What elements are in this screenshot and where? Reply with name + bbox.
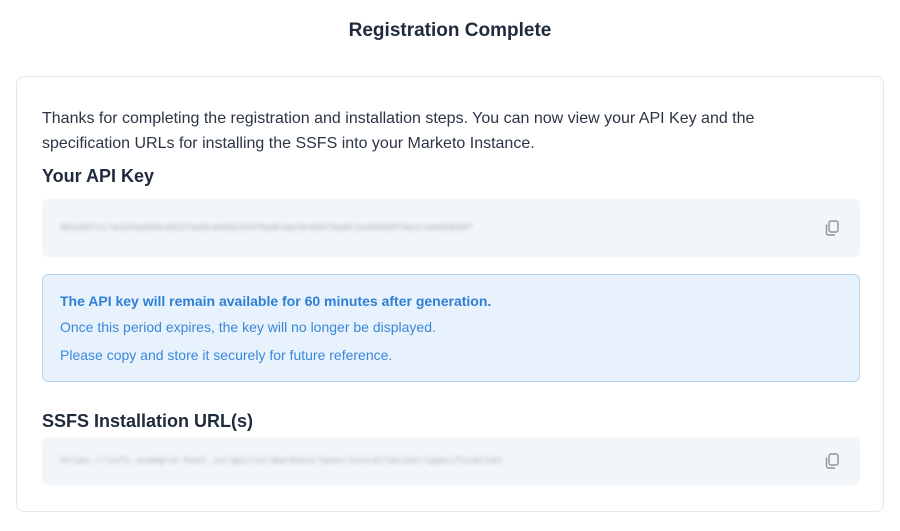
copy-icon — [825, 453, 839, 469]
copy-icon — [825, 220, 839, 236]
intro-text: Thanks for completing the registration a… — [42, 110, 755, 152]
api-key-heading: Your API Key — [42, 166, 155, 186]
registration-card: Thanks for completing the registration a… — [16, 76, 884, 512]
api-key-value: 9b3a0f1c7e2d4a6b8c0e2f4a6c8e0b2d4f6a8c0e… — [60, 223, 474, 233]
api-key-expiry-alert: The API key will remain available for 60… — [42, 274, 860, 382]
ssfs-url-value: https://ssfs.example-host.io/api/v1/mark… — [60, 456, 503, 466]
alert-line-expiry: Once this period expires, the key will n… — [60, 319, 436, 335]
copy-api-key-button[interactable] — [822, 218, 842, 238]
ssfs-url-field[interactable]: https://ssfs.example-host.io/api/v1/mark… — [42, 437, 860, 485]
alert-title: The API key will remain available for 60… — [60, 293, 492, 309]
alert-line-store: Please copy and store it securely for fu… — [60, 347, 393, 363]
page-title: Registration Complete — [348, 20, 552, 41]
api-key-field[interactable]: 9b3a0f1c7e2d4a6b8c0e2f4a6c8e0b2d4f6a8c0e… — [42, 199, 860, 257]
copy-ssfs-url-button[interactable] — [822, 451, 842, 471]
ssfs-url-heading: SSFS Installation URL(s) — [42, 411, 254, 431]
